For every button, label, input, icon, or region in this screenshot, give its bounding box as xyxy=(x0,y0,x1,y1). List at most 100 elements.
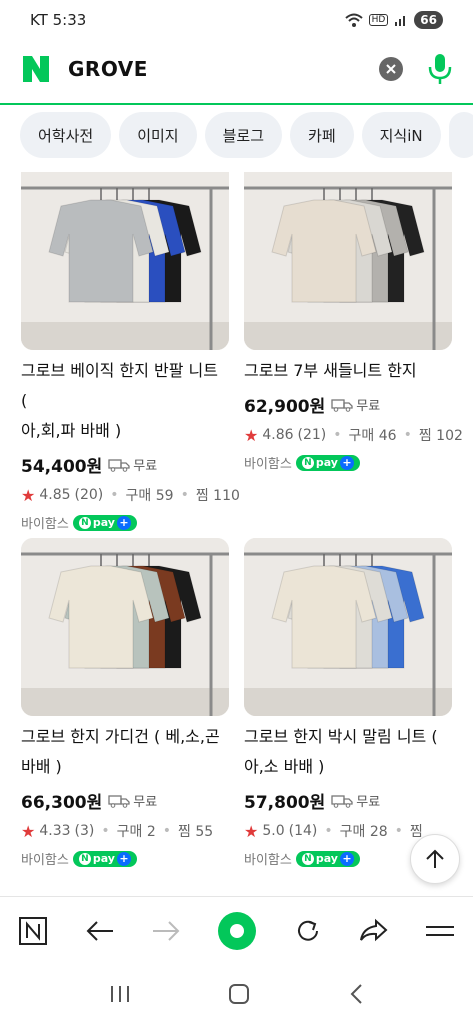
product-card[interactable]: 그로브 7부 새들니트 한지 62,900원 무료 ★ 4.86 (21) • 구매 46… xyxy=(244,172,463,472)
like-count: 찜 102 xyxy=(418,428,463,444)
review-count: (21) xyxy=(297,427,327,443)
status-left: KT 5:33 xyxy=(30,11,86,29)
review-count: (20) xyxy=(74,487,104,503)
product-title-line: 그로브 한지 박시 말림 니트 ( xyxy=(244,727,438,746)
product-photo xyxy=(21,538,229,716)
search-underline xyxy=(0,103,473,105)
product-price: 54,400원 xyxy=(21,457,103,477)
like-count: 찜 110 xyxy=(195,488,240,504)
npay-n-icon: N xyxy=(78,516,91,529)
product-image[interactable] xyxy=(21,172,229,350)
naver-home-icon[interactable] xyxy=(18,916,48,946)
seller-name[interactable]: 바이함스 xyxy=(21,513,69,532)
refresh-icon[interactable] xyxy=(294,917,322,945)
shipping-info: 무료 xyxy=(331,791,380,810)
tab-kin[interactable]: 지식iN xyxy=(361,112,441,158)
product-price: 57,800원 xyxy=(244,793,326,813)
product-image[interactable] xyxy=(244,538,452,716)
product-image[interactable] xyxy=(244,172,452,350)
separator-dot: • xyxy=(180,487,189,503)
clear-icon[interactable] xyxy=(379,57,403,81)
naver-logo-icon[interactable] xyxy=(20,53,52,85)
shipping-label: 무료 xyxy=(133,795,158,810)
price-row: 66,300원 무료 xyxy=(21,788,229,813)
shipping-label: 무료 xyxy=(133,459,158,474)
product-title[interactable]: 그로브 한지 가디건 ( 베,소,곤 바배 ) xyxy=(21,722,229,782)
product-image[interactable] xyxy=(21,538,229,716)
seller-name[interactable]: 바이함스 xyxy=(21,849,69,868)
star-icon: ★ xyxy=(244,821,259,841)
status-bar: KT 5:33 HD 66 xyxy=(0,0,473,40)
plus-icon: + xyxy=(339,455,354,470)
product-photo xyxy=(244,538,452,716)
seller-row: 바이함스 Npay + xyxy=(21,513,229,532)
hd-icon: HD xyxy=(368,14,389,26)
shipping-label: 무료 xyxy=(356,399,381,414)
product-price: 62,900원 xyxy=(244,397,326,417)
truck-icon xyxy=(108,794,130,808)
seller-name[interactable]: 바이함스 xyxy=(244,453,292,472)
hamburger-menu-icon[interactable] xyxy=(425,921,455,941)
price-row: 54,400원 무료 xyxy=(21,452,229,477)
npay-label: pay xyxy=(315,852,338,865)
plus-icon: + xyxy=(116,515,131,530)
purchase-count: 구매 59 xyxy=(125,488,174,504)
carrier: KT xyxy=(30,11,48,29)
product-card[interactable]: 그로브 한지 가디건 ( 베,소,곤 바배 ) 66,300원 무료 ★ 4.33 (3… xyxy=(21,538,229,868)
battery-icon: 66 xyxy=(414,11,443,29)
like-count: 찜 55 xyxy=(178,824,214,840)
seller-name[interactable]: 바이함스 xyxy=(244,849,292,868)
npay-n-icon: N xyxy=(78,852,91,865)
npay-badge: Npay + xyxy=(72,514,137,531)
share-icon[interactable] xyxy=(358,918,388,944)
arrow-up-icon xyxy=(426,849,444,868)
tab-more[interactable] xyxy=(448,112,473,158)
npay-label: pay xyxy=(92,516,115,529)
separator-dot: • xyxy=(324,823,333,839)
recent-apps-icon[interactable] xyxy=(109,984,131,1004)
seller-row: 바이함스 Npay + xyxy=(244,453,452,472)
product-title[interactable]: 그로브 한지 박시 말림 니트 (아,소 바배 ) xyxy=(244,722,452,782)
tab-images[interactable]: 이미지 xyxy=(119,112,197,158)
tab-blog[interactable]: 블로그 xyxy=(204,112,283,158)
separator-dot: • xyxy=(162,823,172,839)
tab-cafe[interactable]: 카페 xyxy=(290,112,354,158)
review-count: (3) xyxy=(74,823,95,839)
separator-dot: • xyxy=(403,427,412,443)
price-row: 62,900원 무료 xyxy=(244,392,452,417)
shipping-info: 무료 xyxy=(108,791,157,810)
mic-icon[interactable] xyxy=(427,52,453,86)
product-price: 66,300원 xyxy=(21,793,103,813)
separator-dot: • xyxy=(110,487,119,503)
seller-row: 바이함스 Npay + xyxy=(21,849,229,868)
rating-value: 4.85 xyxy=(39,487,71,503)
product-card[interactable]: 그로브 한지 박시 말림 니트 (아,소 바배 ) 57,800원 무료 ★ 5.0… xyxy=(244,538,452,868)
product-card[interactable]: 그로브 베이직 한지 반팔 니트 (아,회,파 바배 ) 54,400원 무료 ★… xyxy=(21,172,240,532)
product-title[interactable]: 그로브 7부 새들니트 한지 xyxy=(244,356,452,386)
review-count: (14) xyxy=(288,823,318,839)
npay-badge: Npay + xyxy=(295,850,360,867)
product-title[interactable]: 그로브 베이직 한지 반팔 니트 (아,회,파 바배 ) xyxy=(21,356,229,446)
price-row: 57,800원 무료 xyxy=(244,788,452,813)
system-back-icon[interactable] xyxy=(348,983,364,1005)
forward-arrow-icon[interactable] xyxy=(151,919,181,943)
browser-toolbar xyxy=(0,896,473,964)
back-arrow-icon[interactable] xyxy=(85,919,115,943)
green-dot-menu-icon[interactable] xyxy=(217,911,257,951)
tab-dictionary[interactable]: 어학사전 xyxy=(20,112,112,158)
scroll-top-button[interactable] xyxy=(410,834,460,884)
npay-n-icon: N xyxy=(301,852,314,865)
product-title-line: 그로브 베이직 한지 반팔 니트 ( xyxy=(21,361,218,410)
home-icon[interactable] xyxy=(228,983,250,1005)
shipping-info: 무료 xyxy=(331,395,380,414)
star-icon: ★ xyxy=(21,821,36,841)
separator-dot: • xyxy=(394,823,403,839)
star-icon: ★ xyxy=(21,485,36,505)
shipping-label: 무료 xyxy=(356,795,381,810)
search-input[interactable]: GROVE xyxy=(68,57,379,81)
rating-value: 4.33 xyxy=(39,823,71,839)
rating-row: ★ 4.86 (21) • 구매 46 • 찜 102 xyxy=(244,425,463,445)
status-right: HD 66 xyxy=(344,11,443,29)
signal-icon xyxy=(395,16,406,26)
npay-label: pay xyxy=(92,852,115,865)
